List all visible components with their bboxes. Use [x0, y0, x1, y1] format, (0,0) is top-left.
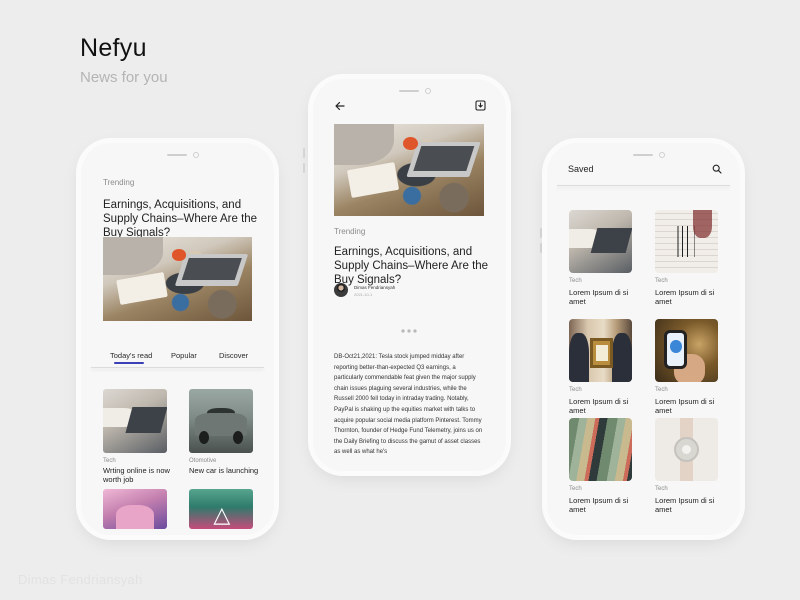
saved-card-title[interactable]: Lorem Ipsum di si amet: [655, 397, 717, 415]
headline[interactable]: Earnings, Acquisitions, and Supply Chain…: [103, 198, 263, 240]
phone-side-button: [303, 148, 305, 158]
phone-saved-screen: Saved Tech Lorem Ipsum di si amet Tech L…: [547, 143, 740, 535]
author-name[interactable]: Dimas Fendriansyah: [354, 285, 395, 290]
card-category: Tech: [103, 458, 116, 464]
saved-card-category: Tech: [655, 486, 668, 492]
saved-card-image[interactable]: [655, 210, 718, 273]
more-dots-icon[interactable]: [399, 327, 419, 335]
card-title[interactable]: Wrting online is now worth job: [103, 466, 173, 484]
phone-camera: [425, 88, 431, 94]
author-watermark: Dimas Fendriansyah: [18, 572, 143, 587]
header-divider: [557, 185, 730, 186]
phone-camera: [193, 152, 199, 158]
bookmark-download-icon[interactable]: [473, 98, 487, 112]
tab-discover[interactable]: Discover: [219, 351, 248, 360]
saved-card-title[interactable]: Lorem Ipsum di si amet: [569, 288, 631, 306]
tab-active-indicator: [114, 362, 144, 364]
back-arrow-icon[interactable]: [333, 99, 347, 113]
saved-card-category: Tech: [655, 278, 668, 284]
saved-card-title[interactable]: Lorem Ipsum di si amet: [655, 496, 717, 514]
saved-card-title[interactable]: Lorem Ipsum di si amet: [569, 397, 631, 415]
trending-label: Trending: [103, 178, 135, 187]
tab-divider: [91, 367, 264, 368]
brand-title: Nefyu: [80, 34, 147, 62]
phone-home-screen: Trending Earnings, Acquisitions, and Sup…: [81, 143, 274, 535]
article-headline: Earnings, Acquisitions, and Supply Chain…: [334, 246, 489, 286]
tab-popular[interactable]: Popular: [171, 351, 197, 360]
phone-speaker: [399, 90, 419, 92]
article-image: [334, 124, 484, 216]
card-category: Otomotive: [189, 458, 217, 464]
page-title: Saved: [568, 164, 594, 174]
saved-card-image[interactable]: [655, 319, 718, 382]
card-image[interactable]: [103, 389, 167, 453]
saved-card-category: Tech: [569, 486, 582, 492]
article-body: DB-Oct21,2021: Tesla stock jumped midday…: [334, 354, 483, 456]
card-image[interactable]: [103, 489, 167, 529]
author-avatar[interactable]: [334, 283, 348, 297]
saved-card-image[interactable]: [569, 210, 632, 273]
phone-side-button: [508, 180, 510, 190]
saved-card-image[interactable]: [655, 418, 718, 481]
saved-card-image[interactable]: [569, 319, 632, 382]
phone-side-button: [540, 243, 542, 253]
saved-card-category: Tech: [569, 278, 582, 284]
card-title[interactable]: New car is launching: [189, 466, 264, 475]
trending-label: Trending: [334, 227, 366, 236]
saved-card-category: Tech: [569, 387, 582, 393]
phone-article-screen: Trending Earnings, Acquisitions, and Sup…: [313, 79, 506, 471]
saved-card-title[interactable]: Lorem Ipsum di si amet: [569, 496, 631, 514]
card-image[interactable]: [189, 489, 253, 529]
phone-side-button: [540, 228, 542, 238]
article-date: 2021-10-1: [354, 292, 373, 297]
saved-card-image[interactable]: [569, 418, 632, 481]
brand-subtitle: News for you: [80, 69, 168, 86]
headline-image[interactable]: [103, 237, 252, 321]
saved-card-category: Tech: [655, 387, 668, 393]
phone-side-button: [303, 163, 305, 173]
card-image[interactable]: [189, 389, 253, 453]
tab-todays-read[interactable]: Today's read: [110, 351, 152, 360]
phone-side-button: [742, 265, 744, 275]
phone-speaker: [633, 154, 653, 156]
saved-card-title[interactable]: Lorem Ipsum di si amet: [655, 288, 717, 306]
phone-speaker: [167, 154, 187, 156]
search-icon[interactable]: [711, 163, 723, 175]
phone-camera: [659, 152, 665, 158]
